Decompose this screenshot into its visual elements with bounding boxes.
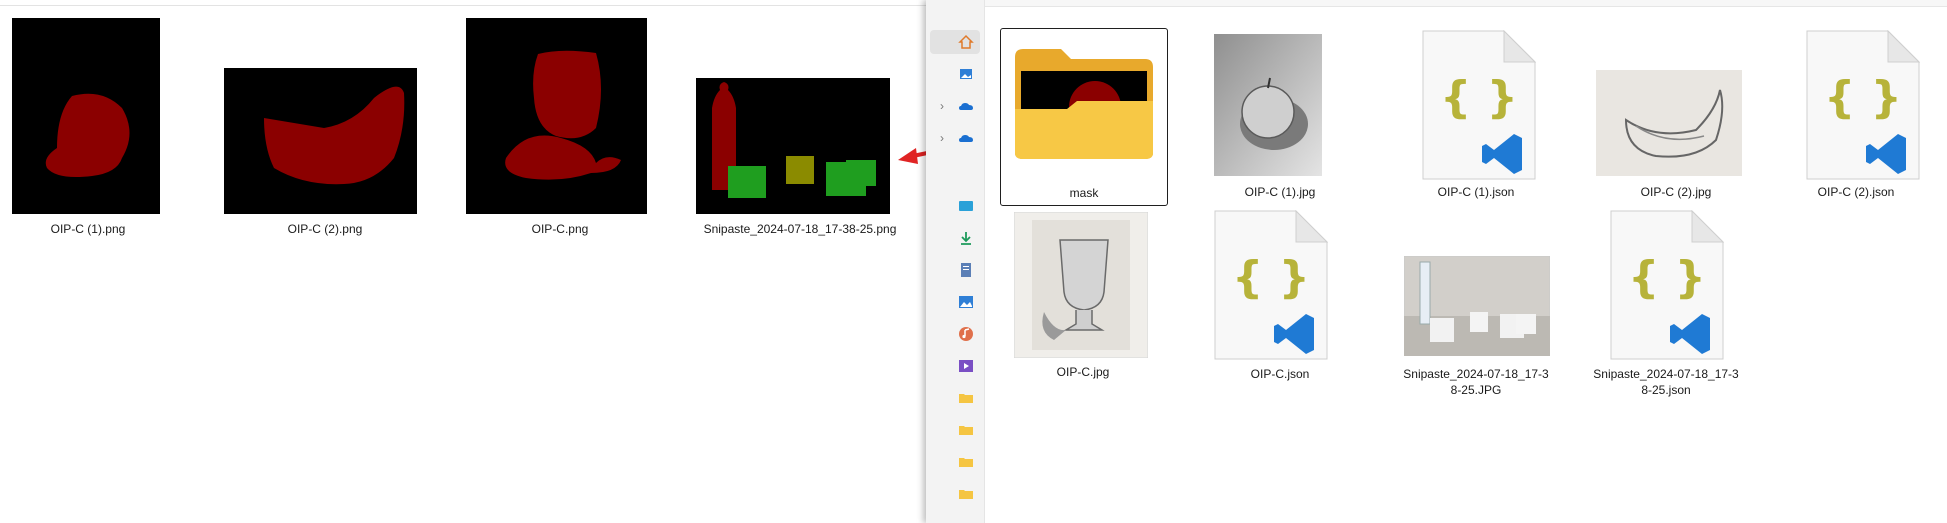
folder-icon (959, 458, 973, 467)
json-file-tile[interactable]: { } Snipaste_2024-07-18_17-3 8-25.json (1576, 210, 1756, 400)
photo-thumbnail (1014, 212, 1148, 358)
file-name-line: 8-25.json (1641, 383, 1691, 397)
image-tile[interactable]: OIP-C (2).jpg (1586, 28, 1766, 204)
json-file-icon: { } (1806, 30, 1920, 180)
gallery-icon (960, 69, 972, 79)
file-name: OIP-C (2).png (287, 222, 363, 236)
file-name-line: 8-25.JPG (1450, 383, 1502, 397)
nav-home[interactable] (930, 30, 980, 54)
photo-thumbnail (1214, 34, 1322, 176)
downloads-icon (961, 232, 971, 245)
file-tile[interactable]: OIP-C (1).png (8, 16, 168, 241)
file-tile[interactable]: OIP-C (2).png (220, 16, 420, 241)
divider (0, 5, 926, 6)
file-name: Snipaste_2024-07-18_17-3 8-25.JPG (1386, 366, 1566, 398)
braces-glyph: { } (1440, 72, 1518, 123)
file-name: OIP-C (2).json (1817, 185, 1895, 199)
folder-icon (959, 394, 973, 403)
braces-glyph: { } (1824, 72, 1902, 123)
mask-thumbnail (696, 78, 890, 214)
json-file-tile[interactable]: { } OIP-C (1).json (1386, 28, 1566, 204)
photo-thumbnail (1596, 70, 1742, 176)
file-name: OIP-C.png (531, 222, 589, 236)
json-file-icon: { } (1214, 210, 1328, 360)
file-name: OIP-C (1).json (1437, 185, 1515, 199)
nav-gallery[interactable] (930, 62, 980, 86)
desktop-icon (959, 201, 973, 211)
documents-icon (961, 263, 971, 277)
photo-thumbnail (1404, 256, 1550, 356)
mask-thumbnail (466, 18, 647, 214)
image-tile[interactable]: OIP-C (1).jpg (1194, 28, 1366, 204)
home-icon (958, 34, 974, 49)
left-file-view: OIP-C (1).png OIP-C (2).png OIP-C.png Sn… (0, 0, 926, 523)
mask-thumbnail (12, 18, 160, 214)
braces-glyph: { } (1232, 252, 1310, 303)
file-name-line: Snipaste_2024-07-18_17-3 (1593, 367, 1739, 381)
nav-documents[interactable] (930, 258, 980, 282)
folder-icon (959, 426, 973, 435)
onedrive-icon (959, 103, 973, 110)
file-tile[interactable]: Snipaste_2024-07-18_17-38-25.png (690, 16, 910, 241)
file-name: Snipaste_2024-07-18_17-38-25.png (703, 222, 897, 236)
file-name: OIP-C.json (1250, 367, 1310, 381)
nav-pictures[interactable] (930, 290, 980, 314)
nav-folder[interactable] (930, 482, 980, 506)
pictures-icon (959, 296, 973, 308)
nav-folder[interactable] (930, 386, 980, 410)
onedrive-icon (959, 135, 973, 142)
file-name: OIP-C (2).jpg (1640, 185, 1712, 199)
file-name: Snipaste_2024-07-18_17-3 8-25.json (1576, 366, 1756, 398)
navigation-pane: › › (926, 0, 985, 523)
image-tile[interactable]: OIP-C.jpg (1000, 210, 1166, 386)
braces-glyph: { } (1628, 252, 1706, 303)
folder-icon (959, 490, 973, 499)
nav-onedrive[interactable]: › (930, 94, 980, 118)
json-file-icon: { } (1610, 210, 1724, 360)
folder-tile-mask[interactable]: mask (1000, 28, 1168, 206)
file-name: OIP-C (1).png (50, 222, 126, 236)
nav-videos[interactable] (930, 354, 980, 378)
videos-icon (959, 360, 973, 372)
json-file-icon: { } (1422, 30, 1536, 180)
json-file-tile[interactable]: { } OIP-C.json (1194, 210, 1366, 386)
explorer-window: › › mask OIP-C (1).jpg {} OIP-C (1).jso… (926, 0, 1947, 523)
nav-music[interactable] (930, 322, 980, 346)
file-name-line: Snipaste_2024-07-18_17-3 (1403, 367, 1549, 381)
file-name: OIP-C.jpg (1056, 365, 1110, 379)
nav-folder[interactable] (930, 418, 980, 442)
music-icon (959, 327, 973, 341)
folder-icon (1015, 49, 1153, 159)
mask-thumbnail (224, 68, 417, 214)
chevron-right-icon[interactable]: › (940, 99, 944, 113)
nav-desktop[interactable] (930, 194, 980, 218)
chevron-right-icon[interactable]: › (940, 131, 944, 145)
file-tile[interactable]: OIP-C.png (460, 16, 660, 241)
nav-folder[interactable] (930, 450, 980, 474)
json-file-tile[interactable]: { } OIP-C (2).json (1766, 28, 1946, 204)
file-name: OIP-C (1).jpg (1244, 185, 1316, 199)
command-bar (984, 0, 1947, 7)
nav-onedrive[interactable]: › (930, 126, 980, 150)
file-name: mask (1069, 186, 1099, 200)
image-tile[interactable]: Snipaste_2024-07-18_17-3 8-25.JPG (1386, 210, 1566, 400)
nav-downloads[interactable] (930, 226, 980, 250)
